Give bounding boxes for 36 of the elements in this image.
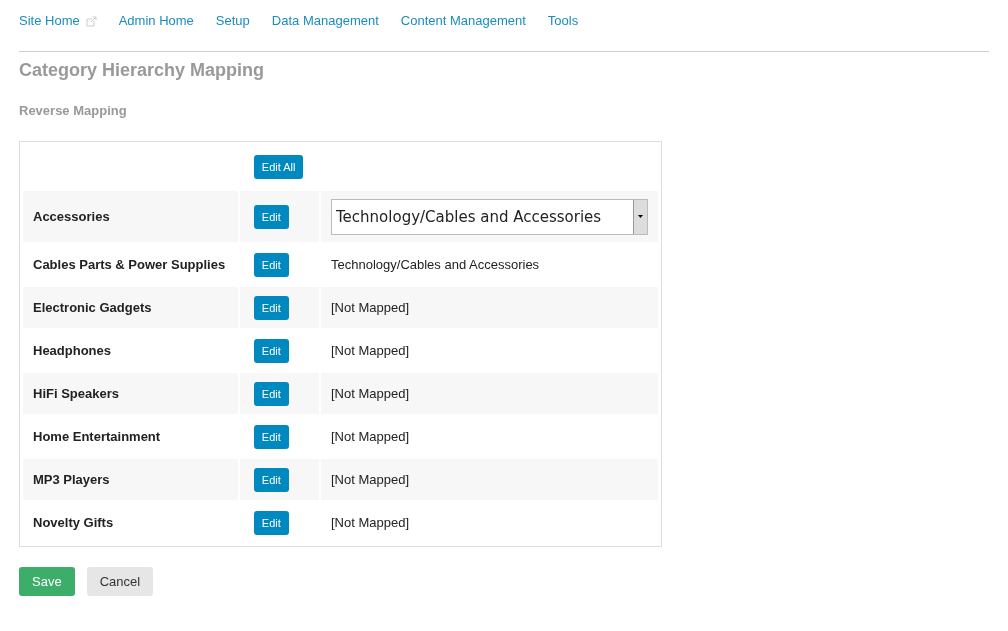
category-name: Electronic Gadgets [33,300,152,315]
caret-icon [638,215,643,218]
edit-button[interactable]: Edit [253,510,289,535]
edit-button[interactable]: Edit [253,252,289,277]
category-name: Home Entertainment [33,429,161,444]
nav-link[interactable]: Setup [215,13,250,29]
mapping-text: [Not Mapped] [331,386,410,401]
save-button[interactable]: Save [19,567,75,596]
category-name: MP3 Players [33,472,110,487]
edit-all-button[interactable]: Edit All [253,155,304,179]
mapping-text: [Not Mapped] [331,515,410,530]
category-name: Headphones [33,343,111,358]
category-name: Novelty Gifts [33,515,114,530]
edit-button[interactable]: Edit [253,424,289,449]
mapping-text: Technology/Cables and Accessories [331,257,540,272]
mapping-dropdown[interactable]: Technology/Cables and Accessories [331,198,648,235]
nav-link[interactable]: Tools [547,13,579,29]
category-name: HiFi Speakers [33,386,119,401]
category-name: Cables Parts & Power Supplies [33,257,226,272]
nav-link[interactable]: Content Management [400,13,526,29]
mapping-text: [Not Mapped] [331,472,410,487]
edit-button[interactable]: Edit [253,338,289,363]
section-heading: Reverse Mapping [19,103,128,119]
page-title: Category Hierarchy Mapping [19,59,266,81]
mapping-text: [Not Mapped] [331,429,410,444]
nav-link[interactable]: Data Management [271,13,379,29]
cancel-button[interactable]: Cancel [86,567,154,596]
nav-link[interactable]: Admin Home [118,13,194,29]
nav-link[interactable]: Site Home [19,13,97,29]
category-name: Accessories [33,209,110,224]
mapping-text: [Not Mapped] [331,343,410,358]
edit-button[interactable]: Edit [253,295,289,320]
edit-button[interactable]: Edit [253,467,289,492]
mapping-text: [Not Mapped] [331,300,410,315]
edit-button[interactable]: Edit [253,204,289,229]
edit-button[interactable]: Edit [253,381,289,406]
